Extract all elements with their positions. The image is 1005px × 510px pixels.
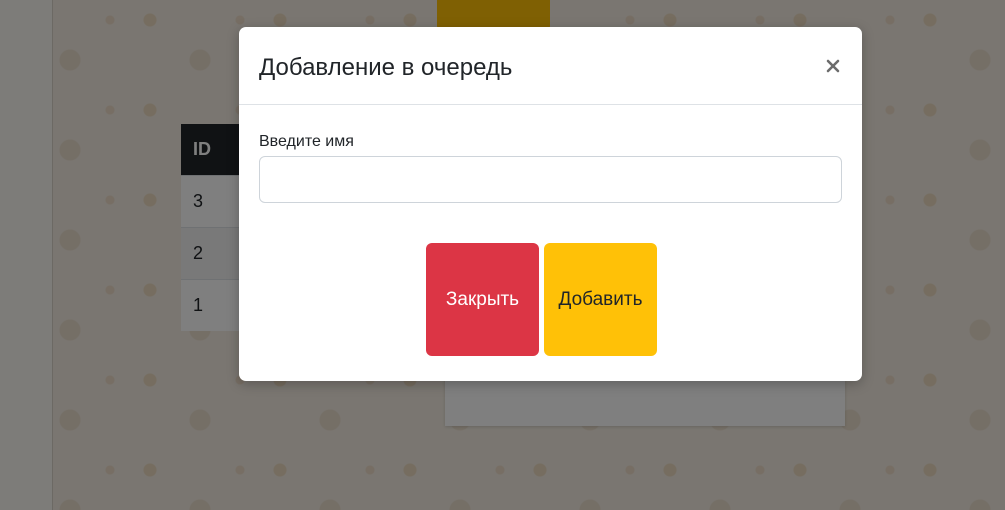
page: ID 3 2 1 Добавление в очередь Введите им… <box>0 0 1005 510</box>
add-to-queue-modal: Добавление в очередь Введите имя Закрыть… <box>239 27 862 381</box>
modal-header: Добавление в очередь <box>239 27 862 105</box>
name-field-label: Введите имя <box>259 133 354 150</box>
close-icon <box>822 55 844 77</box>
name-input[interactable] <box>259 156 842 203</box>
modal-close-button[interactable] <box>822 55 844 77</box>
close-button[interactable]: Закрыть <box>426 243 539 356</box>
add-button[interactable]: Добавить <box>544 243 657 356</box>
modal-title: Добавление в очередь <box>259 54 513 81</box>
